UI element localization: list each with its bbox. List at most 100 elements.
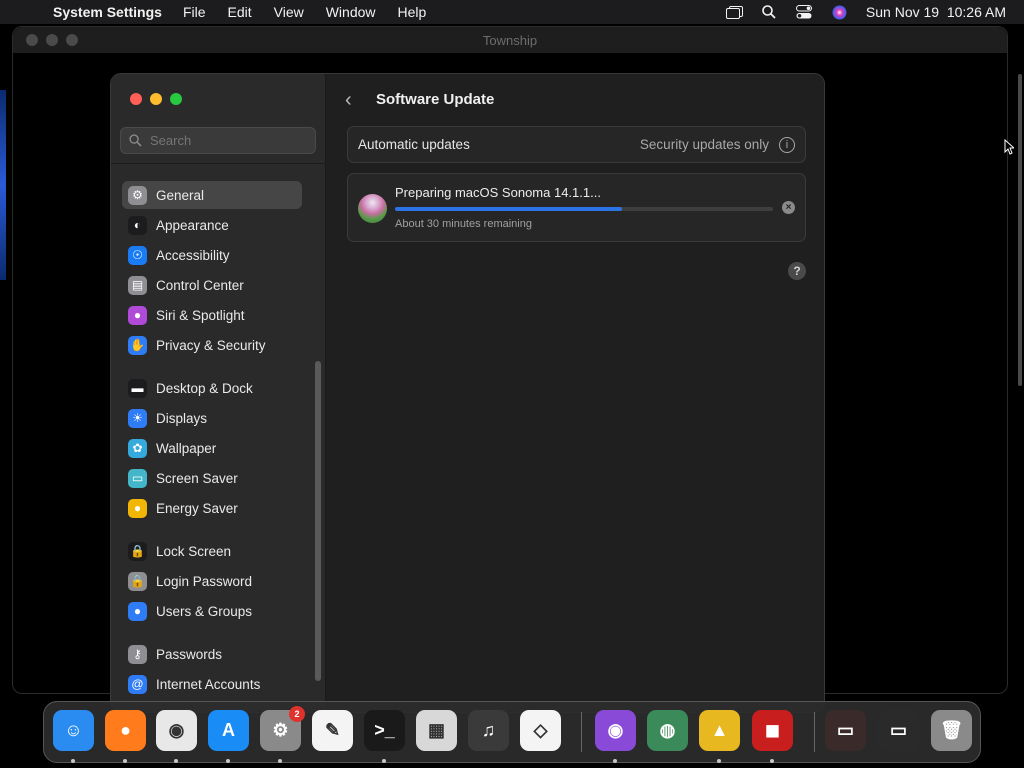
app-store-icon[interactable]: A [208,710,249,751]
chrome-icon[interactable]: ◉ [156,710,197,751]
minimize-button[interactable] [150,93,162,105]
hand-mirror-window-icon[interactable]: ▭ [825,710,866,751]
menu-app-name[interactable]: System Settings [53,4,162,20]
firefox-icon[interactable]: ● [105,710,146,751]
page-title: Software Update [376,91,495,108]
bg-close-button[interactable] [26,34,38,46]
mouse-pointer-icon [1004,139,1014,155]
update-title: Preparing macOS Sonoma 14.1.1... [395,185,601,200]
spotlight-search-icon[interactable] [761,5,778,19]
sidebar-item-accessibility[interactable]: ☉ Accessibility [122,241,302,269]
sidebar-item-screen-saver[interactable]: ▭ Screen Saver [122,464,302,492]
background-scrollbar[interactable] [1018,74,1022,386]
firefox-window-icon[interactable]: ▭ [878,710,919,751]
sidebar-item-label: Wallpaper [156,440,217,456]
hand-icon: ✋ [128,335,147,355]
running-indicator [278,759,282,763]
key-icon: ⚷ [128,644,147,664]
sidebar-item-label: Control Center [156,277,244,293]
dock-divider [581,712,582,752]
sidebar-item-label: Lock Screen [156,543,232,559]
bg-minimize-button[interactable] [46,34,58,46]
sidebar: ⚙ General ◐ Appearance ☉ Accessibility ▤ Contro… [111,74,326,712]
running-indicator [226,759,230,763]
sidebar-item-displays[interactable]: ☀ Displays [122,404,302,432]
sidebar-item-label: Login Password [156,573,253,589]
sidebar-item-label: Privacy & Security [156,337,266,353]
running-indicator [382,759,386,763]
township-icon[interactable]: ▲ [699,710,740,751]
sidebar-divider [111,163,326,164]
menu-window[interactable]: Window [326,4,376,20]
sidebar-item-general[interactable]: ⚙ General [122,181,302,209]
settings-window: ⚙ General ◐ Appearance ☉ Accessibility ▤ Contro… [110,73,825,713]
accessibility-icon: ☉ [128,245,147,265]
control-center-icon[interactable] [796,5,813,19]
sidebar-item-label: Screen Saver [156,470,238,486]
sidebar-item-login-password[interactable]: 🔒 Login Password [122,567,302,595]
update-progress-fill [395,207,622,211]
menu-help[interactable]: Help [398,4,427,20]
sidebar-item-wallpaper[interactable]: ✿ Wallpaper [122,434,302,462]
gear-icon: ⚙ [128,185,147,205]
sidebar-item-label: Users & Groups [156,603,253,619]
sidebar-item-control-center[interactable]: ▤ Control Center [122,271,302,299]
sidebar-item-passwords[interactable]: ⚷ Passwords [122,640,302,668]
cancel-update-icon[interactable]: × [782,201,795,214]
sidebar-item-label: Appearance [156,217,229,233]
menu-file[interactable]: File [183,4,206,20]
sidebar-item-energy-saver[interactable]: ● Energy Saver [122,494,302,522]
bg-zoom-button[interactable] [66,34,78,46]
dock-icon: ▬ [128,378,147,398]
finder-icon[interactable]: ☺ [53,710,94,751]
update-progress-card: Preparing macOS Sonoma 14.1.1... × About… [347,173,806,242]
siri-icon[interactable] [831,5,848,19]
displays-icon: ☀ [128,408,147,428]
sidebar-item-lock-screen[interactable]: 🔒 Lock Screen [122,537,302,565]
wallpaper-edge [0,90,6,280]
sidebar-item-label: Energy Saver [156,500,238,516]
sidebar-scrollbar[interactable] [315,361,321,681]
stage-manager-icon[interactable] [725,5,743,19]
menu-edit[interactable]: Edit [228,4,252,20]
sidebar-search[interactable] [120,127,316,154]
zoom-button[interactable] [170,93,182,105]
sidebar-item-label: Siri & Spotlight [156,307,245,323]
trash-icon[interactable]: 🗑 [931,710,972,751]
close-button[interactable] [130,93,142,105]
sidebar-item-label: Passwords [156,646,223,662]
vscode-icon[interactable]: ◇ [520,710,561,751]
screen-saver-icon: ▭ [128,468,147,488]
wallpaper-icon: ✿ [128,438,147,458]
help-button[interactable]: ? [788,262,806,280]
sidebar-item-internet-accounts[interactable]: @ Internet Accounts [122,670,302,698]
search-icon [129,134,142,147]
menu-clock[interactable]: Sun Nov 19 10:26 AM [866,4,1006,20]
sidebar-item-privacy-security[interactable]: ✋ Privacy & Security [122,331,302,359]
running-indicator [71,759,75,763]
launchpad-icon[interactable]: ▦ [416,710,457,751]
podcasts-icon[interactable]: ◉ [595,710,636,751]
running-indicator [717,759,721,763]
sidebar-item-appearance[interactable]: ◐ Appearance [122,211,302,239]
photo-booth-icon[interactable]: ◼ [752,710,793,751]
users-icon: ● [128,601,147,621]
system-settings-icon[interactable]: ⚙ 2 [260,706,305,751]
terminal-icon[interactable]: >_ [364,710,405,751]
running-indicator [123,759,127,763]
running-indicator [174,759,178,763]
siri-icon: ● [128,305,147,325]
info-icon[interactable]: i [779,136,795,153]
menu-view[interactable]: View [274,4,304,20]
sidebar-item-desktop-dock[interactable]: ▬ Desktop & Dock [122,374,302,402]
textedit-icon[interactable]: ✎ [312,710,353,751]
sidebar-item-siri-spotlight[interactable]: ● Siri & Spotlight [122,301,302,329]
search-input[interactable] [150,133,300,148]
sidebar-item-users-groups[interactable]: ● Users & Groups [122,597,302,625]
back-chevron-icon[interactable]: ‹ [345,89,352,112]
update-remaining: About 30 minutes remaining [395,218,532,230]
appearance-icon: ◐ [128,215,147,235]
garageband-icon[interactable]: ♫ [468,710,509,751]
world-icon[interactable]: ◍ [647,710,688,751]
macos-sonoma-icon [358,194,387,223]
